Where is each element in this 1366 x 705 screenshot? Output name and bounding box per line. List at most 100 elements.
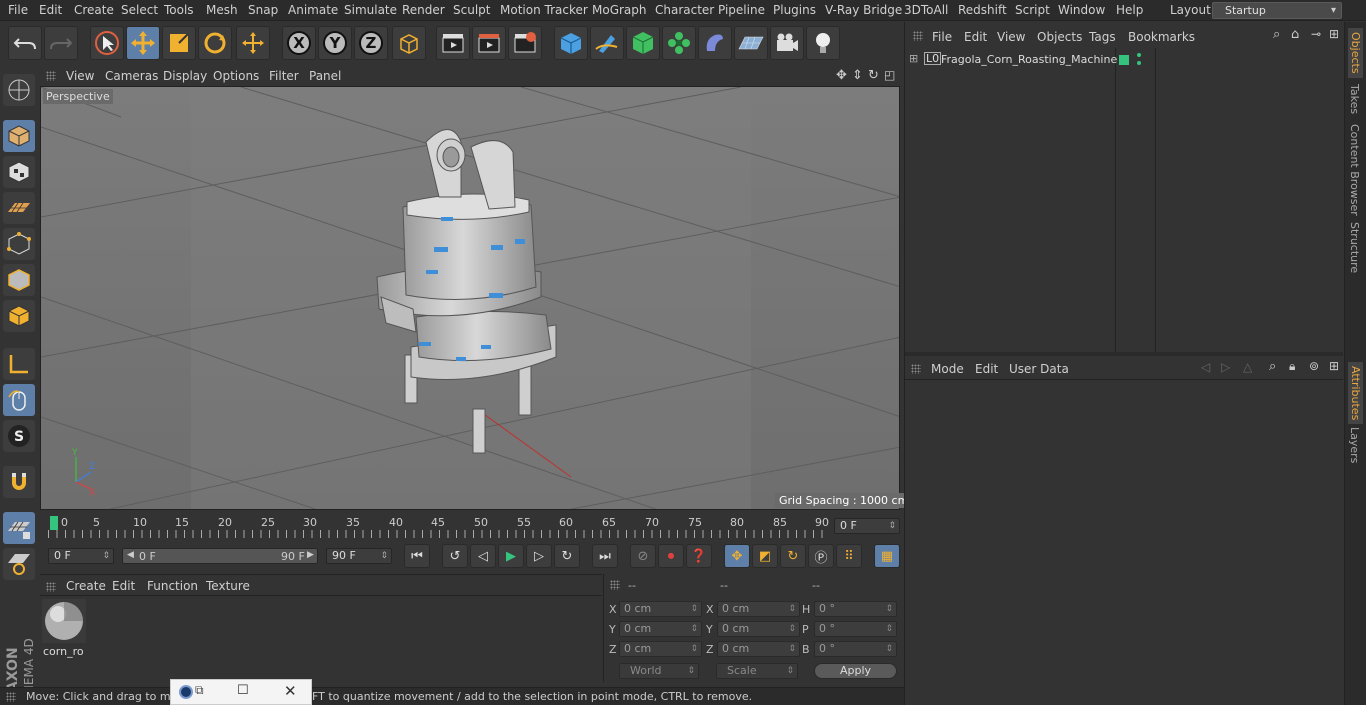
- tab-content-browser[interactable]: Content Browser: [1348, 124, 1361, 216]
- om-menu-file[interactable]: File: [932, 30, 952, 44]
- tab-takes[interactable]: Takes: [1348, 84, 1361, 114]
- rot-p-field[interactable]: 0 °: [814, 621, 897, 637]
- menu-select[interactable]: Select: [121, 3, 158, 17]
- menu-window[interactable]: Window: [1058, 3, 1105, 17]
- apply-button[interactable]: Apply: [814, 663, 897, 679]
- menu-redshift[interactable]: Redshift: [958, 3, 1007, 17]
- previous-frame-button[interactable]: ◁: [470, 544, 496, 568]
- search-icon[interactable]: ⌕: [1269, 359, 1276, 374]
- rot-b-field[interactable]: 0 °: [814, 641, 897, 657]
- coordinate-space-select[interactable]: World: [619, 663, 699, 679]
- link-icon[interactable]: ⊸: [1311, 27, 1321, 41]
- viewport-maximize-icon[interactable]: ◰: [884, 68, 895, 82]
- record-position-button[interactable]: ✥: [724, 544, 750, 568]
- render-visibility-dot[interactable]: [1137, 61, 1141, 65]
- coordinate-system-button[interactable]: [392, 26, 426, 60]
- light-button[interactable]: [806, 26, 840, 60]
- scale-tool-button[interactable]: [162, 26, 196, 60]
- end-frame-field[interactable]: 90 F: [326, 548, 392, 564]
- material-menu-create[interactable]: Create: [66, 579, 106, 593]
- timeline-playhead[interactable]: [50, 516, 58, 530]
- record-pla-button[interactable]: ⠿: [836, 544, 862, 568]
- undo-button[interactable]: [8, 26, 42, 60]
- material-swatch[interactable]: corn_ro: [42, 599, 86, 658]
- menu-simulate[interactable]: Simulate: [344, 3, 397, 17]
- menu-edit[interactable]: Edit: [39, 3, 62, 17]
- viewport-menu-options[interactable]: Options: [213, 69, 259, 83]
- viewport-menu-cameras[interactable]: Cameras: [105, 69, 158, 83]
- cube-object-button[interactable]: [554, 26, 588, 60]
- workplane-snap-button[interactable]: [3, 512, 35, 544]
- move-tool-button[interactable]: [126, 26, 160, 60]
- menu-file[interactable]: File: [8, 3, 28, 17]
- object-row[interactable]: ⊞ L0 Fragola_Corn_Roasting_Machine: [905, 51, 1343, 69]
- new-panel-icon[interactable]: ⊞: [1329, 27, 1339, 41]
- live-select-button[interactable]: [90, 26, 124, 60]
- menu-create[interactable]: Create: [74, 3, 114, 17]
- material-menu-function[interactable]: Function: [147, 579, 198, 593]
- menu-plugins[interactable]: Plugins: [773, 3, 816, 17]
- editor-visibility-dot[interactable]: [1137, 53, 1141, 57]
- start-frame-field[interactable]: 0 F: [48, 548, 114, 564]
- snap-button[interactable]: [3, 466, 35, 498]
- z-axis-button[interactable]: Z: [354, 26, 388, 60]
- deformer-button[interactable]: [698, 26, 732, 60]
- render-settings-button[interactable]: [508, 26, 542, 60]
- menu-mograph[interactable]: MoGraph: [592, 3, 647, 17]
- record-scale-button[interactable]: ◩: [752, 544, 778, 568]
- material-menu-edit[interactable]: Edit: [112, 579, 135, 593]
- perspective-viewport[interactable]: Y Z X: [40, 86, 900, 510]
- subdivision-surface-button[interactable]: [626, 26, 660, 60]
- om-menu-bookmarks[interactable]: Bookmarks: [1128, 30, 1195, 44]
- locked-workplane-button[interactable]: [3, 548, 35, 580]
- viewport-zoom-icon[interactable]: ⇕: [852, 68, 863, 83]
- previous-key-button[interactable]: ↺: [442, 544, 468, 568]
- pos-y-field[interactable]: 0 cm: [619, 621, 702, 637]
- lock-icon[interactable]: 🔒︎: [1289, 359, 1295, 374]
- object-name[interactable]: Fragola_Corn_Roasting_Machine: [941, 53, 1117, 66]
- up-arrow-icon[interactable]: △: [1243, 360, 1252, 374]
- solo-button[interactable]: S: [3, 420, 35, 452]
- menu-vray-bridge[interactable]: V-Ray Bridge: [825, 3, 902, 17]
- pos-x-field[interactable]: 0 cm: [619, 601, 702, 617]
- record-keys-button[interactable]: ⊘: [630, 544, 656, 568]
- render-picture-viewer-button[interactable]: [472, 26, 506, 60]
- range-right-arrow-icon[interactable]: ▶: [307, 550, 314, 560]
- range-left-arrow-icon[interactable]: ◀: [127, 550, 134, 560]
- record-parameter-button[interactable]: Ⓟ: [808, 544, 834, 568]
- new-panel-icon[interactable]: ⊞: [1329, 359, 1339, 373]
- viewport-menu-filter[interactable]: Filter: [269, 69, 299, 83]
- menu-animate[interactable]: Animate: [288, 3, 338, 17]
- om-menu-objects[interactable]: Objects: [1037, 30, 1082, 44]
- autokey-button[interactable]: ⏺: [658, 544, 684, 568]
- go-to-start-button[interactable]: ⏮: [404, 544, 430, 568]
- layout-select[interactable]: Startup: [1212, 2, 1342, 19]
- expand-icon[interactable]: ⊞: [909, 52, 918, 65]
- menu-3dtoall[interactable]: 3DToAll: [904, 3, 948, 17]
- next-key-button[interactable]: ↻: [554, 544, 580, 568]
- tab-attributes[interactable]: Attributes: [1348, 362, 1363, 425]
- play-button[interactable]: ▶: [498, 544, 524, 568]
- viewport-camera-label[interactable]: Perspective: [43, 89, 113, 104]
- back-arrow-icon[interactable]: ◁: [1201, 360, 1210, 374]
- floor-button[interactable]: [734, 26, 768, 60]
- am-menu-mode[interactable]: Mode: [931, 362, 964, 376]
- size-x-field[interactable]: 0 cm: [717, 601, 800, 617]
- texture-mode-button[interactable]: [3, 156, 35, 188]
- menu-motion-tracker[interactable]: Motion Tracker: [500, 3, 588, 17]
- tab-objects[interactable]: Objects: [1348, 28, 1363, 78]
- am-menu-edit[interactable]: Edit: [975, 362, 998, 376]
- home-icon[interactable]: ⌂: [1291, 27, 1299, 42]
- next-frame-button[interactable]: ▷: [526, 544, 552, 568]
- record-rotation-button[interactable]: ↻: [780, 544, 806, 568]
- menu-character[interactable]: Character: [655, 3, 714, 17]
- menu-render[interactable]: Render: [402, 3, 445, 17]
- points-mode-button[interactable]: [3, 228, 35, 260]
- layer-color-tag[interactable]: [1119, 55, 1129, 65]
- viewport-menu-display[interactable]: Display: [163, 69, 207, 83]
- frame-range-slider[interactable]: ◀ 0 F 90 F ▶: [122, 548, 318, 564]
- keyframe-selection-button[interactable]: ❓: [686, 544, 712, 568]
- y-axis-button[interactable]: Y: [318, 26, 352, 60]
- pos-z-field[interactable]: 0 cm: [619, 641, 702, 657]
- close-icon[interactable]: ✕: [284, 682, 297, 700]
